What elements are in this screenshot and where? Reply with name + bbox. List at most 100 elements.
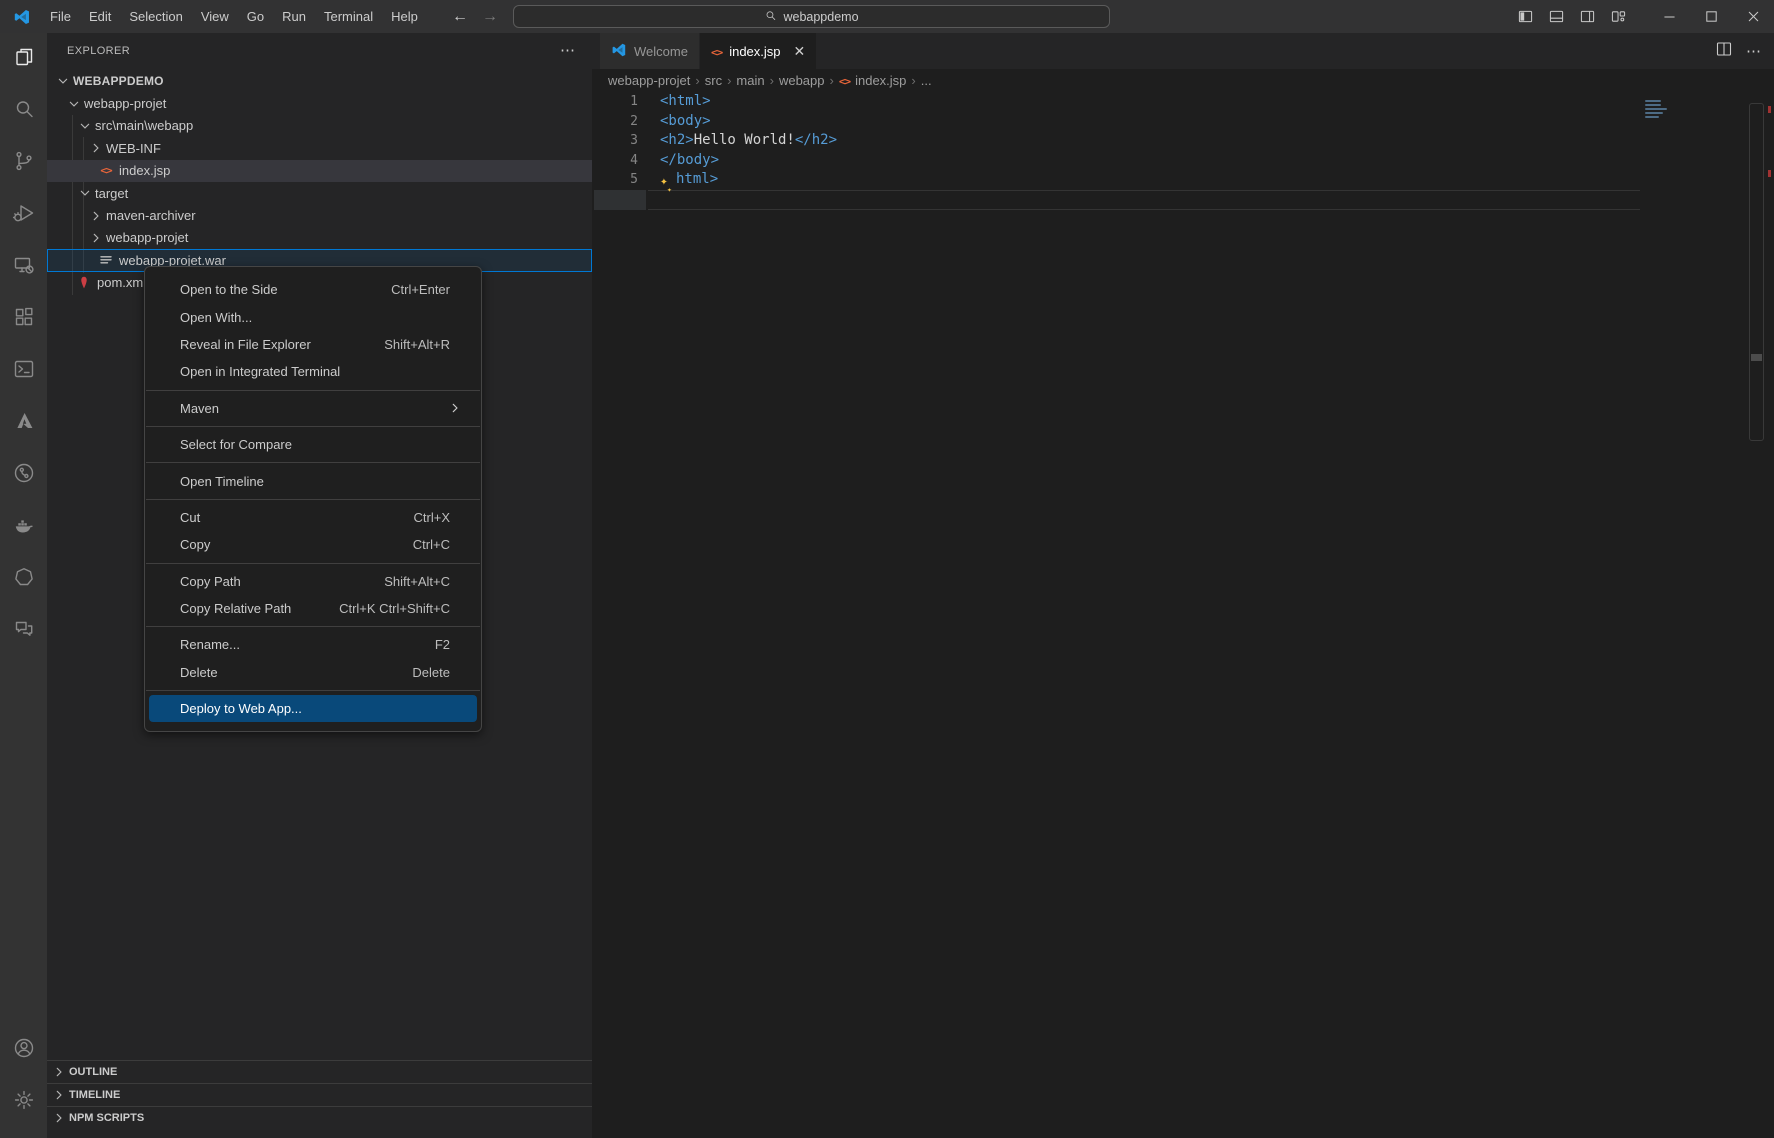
menu-selection[interactable]: Selection [120,0,191,33]
menu-view[interactable]: View [192,0,238,33]
tab-index-jsp[interactable]: <>index.jsp✕ [700,33,816,69]
back-arrow-icon[interactable]: ← [452,8,468,26]
menu-help[interactable]: Help [382,0,427,33]
activitybar-item-remote-explorer[interactable] [0,241,47,293]
scrollbar[interactable] [1749,103,1764,441]
menu-item-copy-relative-path[interactable]: Copy Relative PathCtrl+K Ctrl+Shift+C [149,595,477,622]
breadcrumb-label: webapp-projet [608,73,690,88]
breadcrumb-item[interactable]: src [705,73,722,88]
activitybar-item-comments[interactable] [0,605,47,657]
menu-item-delete[interactable]: DeleteDelete [149,659,477,686]
code-area[interactable]: 1<html>2<body>3<h2>Hello World!</h2>4</b… [592,92,1774,1138]
menu-terminal[interactable]: Terminal [315,0,382,33]
activitybar-item-azure[interactable] [0,397,47,449]
tab-welcome[interactable]: Welcome [600,33,699,69]
breadcrumb-item[interactable]: webapp-projet [608,73,690,88]
breadcrumb-item[interactable]: main [736,73,764,88]
menu-item-shortcut: Ctrl+C [413,537,450,552]
menu-go[interactable]: Go [238,0,273,33]
menu-item-open-in-integrated-terminal[interactable]: Open in Integrated Terminal [149,358,477,385]
tree-row-index-jsp[interactable]: <> index.jsp [47,160,592,182]
activitybar-item-docker[interactable] [0,501,47,553]
activitybar-item-commit-graph[interactable] [0,449,47,501]
section-label: TIMELINE [69,1089,120,1101]
code-token: <body> [660,113,711,129]
close-button[interactable] [1732,0,1774,33]
toggle-panel-button[interactable] [1541,0,1572,33]
section-npm-scripts[interactable]: NPM SCRIPTS [47,1106,592,1129]
activitybar-item-search[interactable] [0,85,47,137]
menu-item-rename[interactable]: Rename...F2 [149,631,477,658]
breadcrumb-item[interactable]: webapp [779,73,825,88]
menu-run[interactable]: Run [273,0,315,33]
toggle-secondary-sidebar-button[interactable] [1572,0,1603,33]
activitybar-item-extensions[interactable] [0,293,47,345]
activitybar-item-source-control[interactable] [0,137,47,189]
menu-item-label: Open in Integrated Terminal [180,364,450,379]
section-label: OUTLINE [69,1066,117,1078]
minimize-button[interactable] [1648,0,1690,33]
tree-item-label: WEB-INF [106,141,161,156]
tree-row-web-inf[interactable]: WEB-INF [47,137,592,159]
menu-item-copy-path[interactable]: Copy PathShift+Alt+C [149,568,477,595]
tree-item-label: index.jsp [119,163,170,178]
command-center-search[interactable]: webappdemo [513,5,1110,28]
tree-row-src-main-webapp[interactable]: src\main\webapp [47,115,592,137]
jsp-file-icon: <> [98,164,114,177]
heptagon-icon [12,565,36,594]
menu-item-reveal-in-file-explorer[interactable]: Reveal in File ExplorerShift+Alt+R [149,331,477,358]
customize-layout-button[interactable] [1603,0,1634,33]
breadcrumb-separator: › [770,73,774,88]
activitybar-item-terminal[interactable] [0,345,47,397]
tree-row-maven-archiver[interactable]: maven-archiver [47,204,592,226]
code-token: <h2> [660,132,694,148]
breadcrumb-item[interactable]: <>index.jsp [839,73,907,88]
minimap-line-mark [1645,104,1661,106]
section-outline[interactable]: OUTLINE [47,1060,592,1083]
files-icon [12,45,36,74]
menu-item-open-to-the-side[interactable]: Open to the SideCtrl+Enter [149,276,477,303]
split-editor-icon[interactable] [1716,41,1732,62]
tree-row-webappdemo[interactable]: WEBAPPDEMO [47,70,592,92]
menu-edit[interactable]: Edit [80,0,120,33]
editor-group[interactable]: Welcome<>index.jsp✕ ⋯ webapp-projet›src›… [592,33,1774,1138]
menu-item-open-timeline[interactable]: Open Timeline [149,467,477,494]
activitybar-item-run-and-debug[interactable] [0,189,47,241]
menu-item-open-with[interactable]: Open With... [149,303,477,330]
menu-separator [146,426,480,427]
tree-item-label: maven-archiver [106,208,196,223]
extensions-icon [12,305,36,334]
menu-separator [146,390,480,391]
menu-item-copy[interactable]: CopyCtrl+C [149,531,477,558]
activitybar-item-explorer[interactable] [0,33,47,85]
menu-item-deploy-to-web-app[interactable]: Deploy to Web App... [149,695,477,722]
close-tab-icon[interactable]: ✕ [794,43,806,60]
sections-pad [47,1129,592,1138]
tree-row-webapp-projet[interactable]: webapp-projet [47,92,592,114]
section-timeline[interactable]: TIMELINE [47,1083,592,1106]
breadcrumb-item[interactable]: ... [921,73,932,88]
activitybar-item-kubernetes[interactable] [0,553,47,605]
jsp-file-icon: <> [711,44,722,59]
menu-item-cut[interactable]: CutCtrl+X [149,504,477,531]
minimap[interactable] [1645,100,1667,120]
menu-item-shortcut: Shift+Alt+R [384,337,450,352]
minimap-line-mark [1645,112,1663,114]
tree-row-webapp-projet[interactable]: webapp-projet [47,227,592,249]
explorer-more-actions-icon[interactable]: ⋯ [560,41,576,59]
gear-icon [12,1088,36,1117]
maximize-button[interactable] [1690,0,1732,33]
menu-file[interactable]: File [41,0,80,33]
tree-row-target[interactable]: target [47,182,592,204]
menu-item-label: Open Timeline [180,474,450,489]
menu-item-label: Open to the Side [180,282,391,297]
forward-arrow-icon[interactable]: → [482,8,498,26]
editor-more-actions-icon[interactable]: ⋯ [1746,42,1762,60]
toggle-primary-sidebar-button[interactable] [1510,0,1541,33]
activitybar-item-settings[interactable] [0,1076,47,1128]
menu-item-maven[interactable]: Maven [149,395,477,422]
menu-item-select-for-compare[interactable]: Select for Compare [149,431,477,458]
scrollbar-thumb[interactable] [1751,354,1762,361]
activitybar-item-accounts[interactable] [0,1024,47,1076]
breadcrumb-separator: › [830,73,834,88]
